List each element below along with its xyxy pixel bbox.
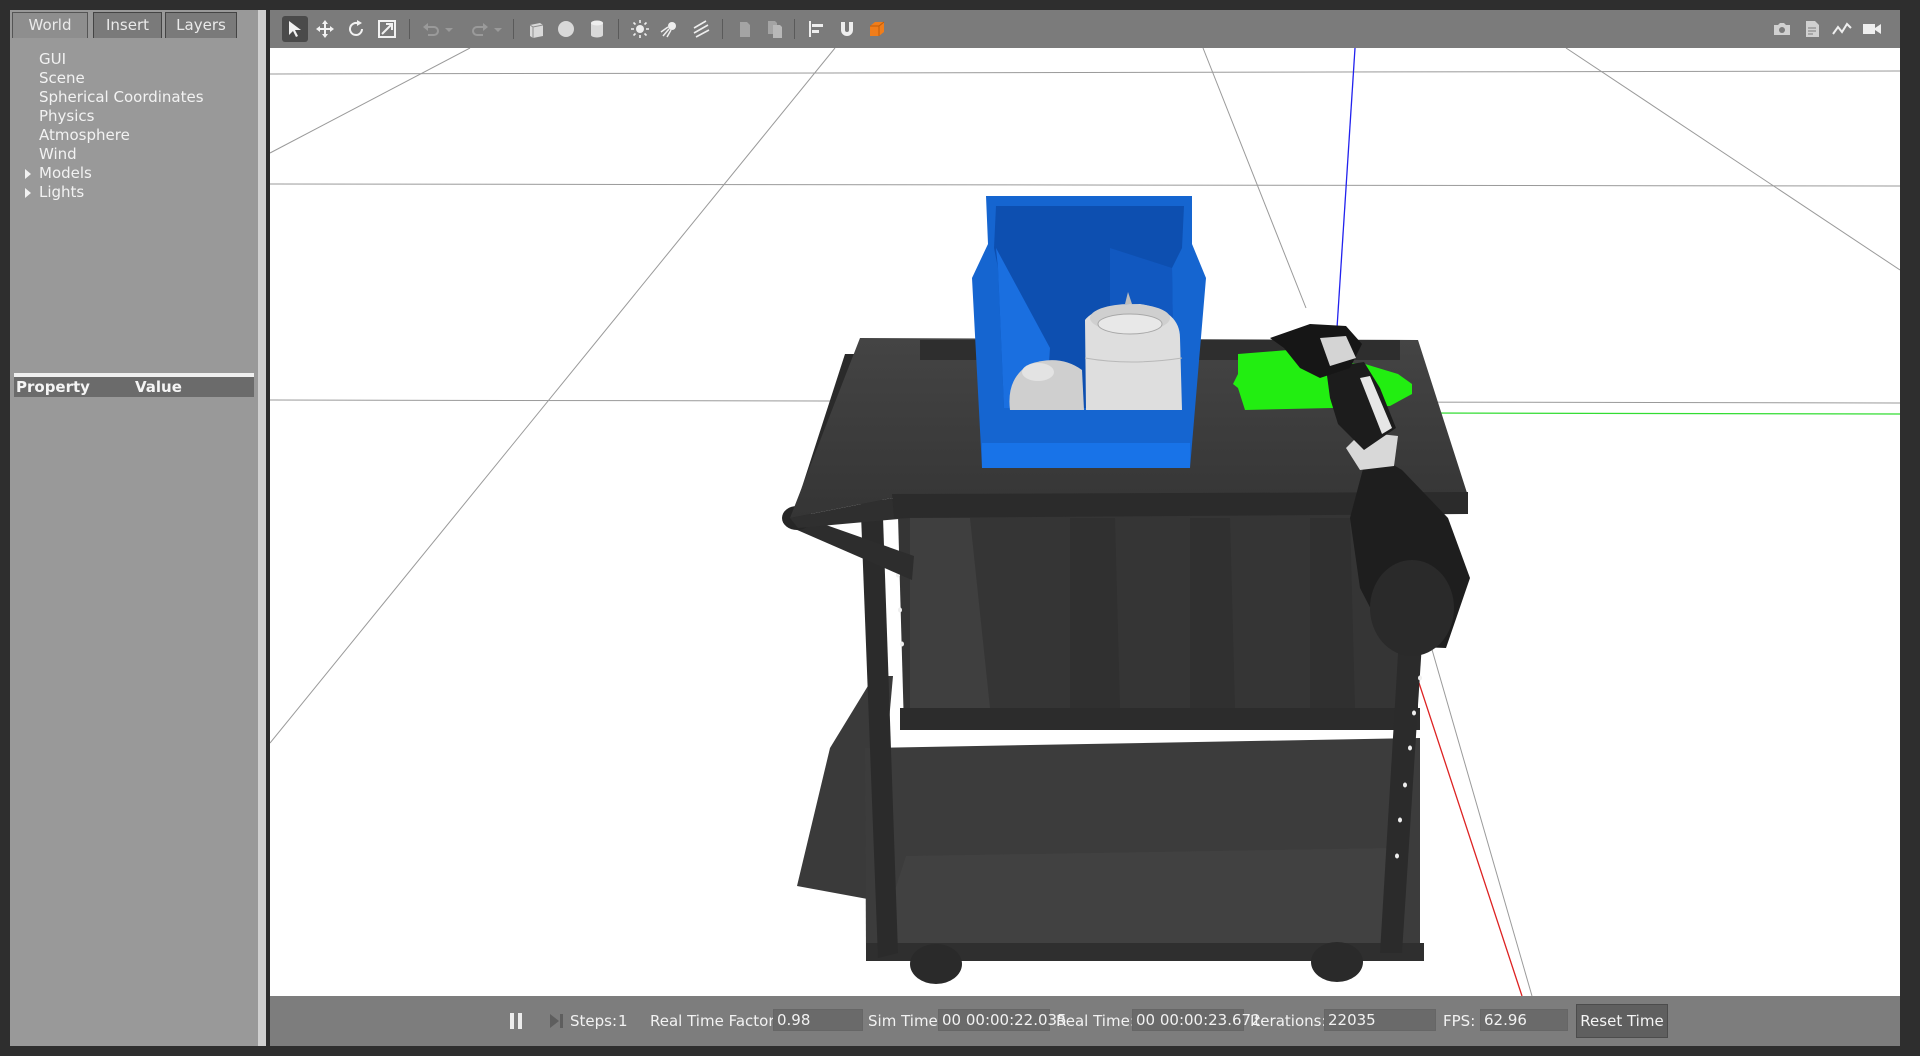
log-button[interactable] [1799,16,1825,42]
reset-time-button[interactable]: Reset Time [1576,1004,1668,1038]
chevron-down-icon [494,28,502,32]
tree-item-gui[interactable]: GUI [10,50,258,69]
box-shape-icon [529,23,544,38]
3d-viewport[interactable] [270,48,1900,996]
z-axis-line [1336,48,1356,329]
tree-item-physics[interactable]: Physics [10,107,258,126]
screenshot-button[interactable] [1769,16,1795,42]
copy-icon [740,22,750,37]
cylinder-shape-icon [591,20,603,38]
toolbar-separator [618,19,619,39]
directional-light-icon [693,20,710,38]
toolbar-separator [513,19,514,39]
scale-mode-button[interactable] [374,16,400,42]
toolbar-separator [722,19,723,39]
record-video-button[interactable] [1859,16,1885,42]
plot-button[interactable] [1829,16,1855,42]
sim-time-value: 00 00:00:22.035 [938,1009,1067,1031]
panel-splitter[interactable] [258,10,266,1046]
real-time-value: 00 00:00:23.672 [1132,1009,1261,1031]
undo-history-dropdown[interactable] [442,16,456,42]
translate-mode-button[interactable] [312,16,338,42]
snap-button[interactable] [834,16,860,42]
tree-item-models-label: Models [39,164,92,182]
toolbar [270,10,1900,48]
rotate-mode-button[interactable] [343,16,369,42]
steps-label: Steps: [570,1012,618,1030]
tree-item-atmosphere[interactable]: Atmosphere [10,126,258,145]
redo-button[interactable] [467,16,493,42]
tree-item-wind[interactable]: Wind [10,145,258,164]
record-video-icon [1863,24,1881,34]
point-light-button[interactable] [627,16,653,42]
panel-tabs: World Insert Layers [10,10,258,38]
toolbar-separator [409,19,410,39]
sphere-shape-icon [558,21,574,37]
tab-layers[interactable]: Layers [165,12,237,38]
select-mode-icon [289,21,301,37]
redo-history-dropdown[interactable] [491,16,505,42]
chevron-down-icon [445,28,453,32]
value-column-header: Value [135,378,182,396]
pause-icon[interactable] [506,1011,526,1031]
spot-light-icon [660,22,676,38]
iterations-label: Iterations: [1250,1012,1327,1030]
tree-item-lights-label: Lights [39,183,85,201]
gazebo-window: World Insert Layers GUI Scene Spherical … [0,0,1920,1056]
real-time-label: Real Time: [1056,1012,1135,1030]
directional-light-button[interactable] [688,16,714,42]
expand-arrow-icon[interactable] [25,188,31,198]
scale-mode-icon [378,20,396,38]
translate-mode-icon [316,20,334,38]
toolbar-separator [794,19,795,39]
rotate-mode-icon [349,20,363,36]
expand-arrow-icon[interactable] [25,169,31,179]
world-tree: GUI Scene Spherical Coordinates Physics … [10,50,258,202]
undo-button[interactable] [418,16,444,42]
fps-label: FPS: [1443,1012,1476,1030]
step-forward-icon[interactable] [546,1011,566,1031]
cylinder-shape-button[interactable] [584,16,610,42]
y-axis-line [1419,412,1900,415]
property-column-header: Property [16,378,90,396]
screenshot-icon [1774,23,1790,35]
tab-world[interactable]: World [12,12,88,38]
sim-time-label: Sim Time: [868,1012,943,1030]
scene-render [270,48,1900,996]
iterations-value: 22035 [1324,1009,1436,1031]
tree-item-spherical-coordinates[interactable]: Spherical Coordinates [10,88,258,107]
left-panel: World Insert Layers GUI Scene Spherical … [10,10,258,1046]
spot-light-button[interactable] [657,16,683,42]
log-icon [1806,21,1819,37]
tree-item-models[interactable]: Models [10,164,258,183]
change-view-button[interactable] [864,16,890,42]
tree-item-scene[interactable]: Scene [10,69,258,88]
paste-icon [768,21,782,38]
fps-value: 62.96 [1480,1009,1568,1031]
plot-icon [1832,22,1852,35]
property-table-header: Property Value [14,373,254,397]
simulation-status-bar: Steps: 1 Real Time Factor: 0.98 Sim Time… [270,996,1900,1046]
tree-item-lights[interactable]: Lights [10,183,258,202]
redo-icon [472,23,488,36]
real-time-factor-label: Real Time Factor: [650,1012,780,1030]
point-light-icon [631,20,649,38]
paste-button[interactable] [762,16,788,42]
change-view-icon [870,21,885,36]
align-button[interactable] [804,16,830,42]
undo-icon [423,23,439,36]
select-mode-button[interactable] [282,16,308,42]
copy-button[interactable] [732,16,758,42]
steps-value[interactable]: 1 [618,1012,628,1030]
align-icon [809,21,823,37]
snap-icon [841,22,853,36]
real-time-factor-value: 0.98 [773,1009,863,1031]
box-shape-button[interactable] [523,16,549,42]
tab-insert[interactable]: Insert [93,12,162,38]
sphere-shape-button[interactable] [553,16,579,42]
